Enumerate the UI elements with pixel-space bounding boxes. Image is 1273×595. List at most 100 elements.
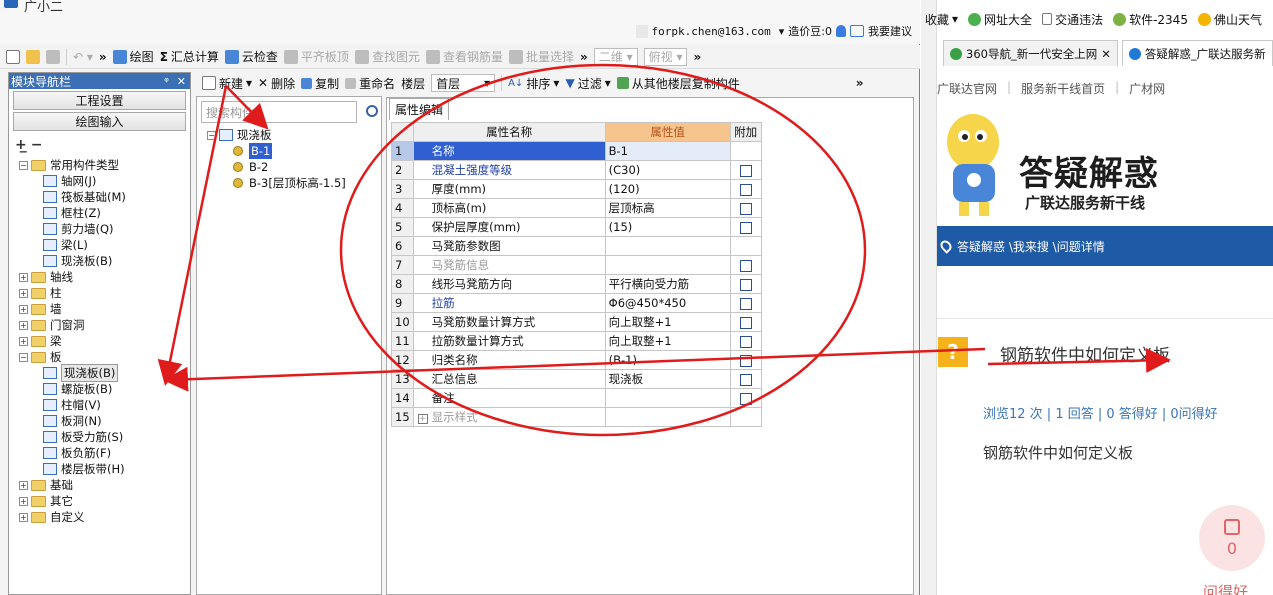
batch-select-button[interactable]: 批量选择 [508,48,574,65]
new-component-button[interactable]: 新建 ▾ [202,75,252,92]
expand-icon[interactable]: + [19,288,28,298]
property-row[interactable]: 9 拉筋 Φ6@450*450 [391,293,762,313]
expand-icon[interactable]: + [19,336,28,346]
search-icon[interactable] [366,105,378,117]
expand-icon[interactable]: + [417,414,428,424]
expand-icon[interactable]: + [19,304,28,314]
additional-checkbox[interactable] [739,297,752,310]
tree-folder[interactable]: + 其它 [19,493,190,509]
summary-calc-button[interactable]: Σ 汇总计算 [160,48,219,65]
user-email-dropdown[interactable]: forpk.chen@163.com [635,24,775,38]
draw-button[interactable]: 绘图 [112,48,154,65]
rename-button[interactable]: 重命名 [345,75,395,92]
property-row[interactable]: 12 归类名称 (B-1) [391,350,762,370]
additional-checkbox[interactable] [739,202,752,215]
property-row[interactable]: 2 混凝土强度等级 (C30) [391,160,762,180]
suggest-icon[interactable] [850,25,864,37]
property-value[interactable]: (120) [604,179,731,199]
view-angle-select[interactable]: 俯视 ▾ [643,47,688,66]
tree-item[interactable]: 螺旋板(B) [19,381,190,397]
tree-item[interactable]: 梁(L) [19,237,190,253]
bookmark-favorites[interactable]: 收藏 ▾ [925,11,958,28]
additional-checkbox[interactable] [739,316,752,329]
property-row[interactable]: 11 拉筋数量计算方式 向上取整+1 [391,331,762,351]
bookmark-traffic[interactable]: 交通违法 [1042,11,1103,28]
tree-folder[interactable]: + 轴线 [19,269,190,285]
tree-item[interactable]: 柱帽(V) [19,397,190,413]
property-value[interactable]: (B-1) [604,350,731,370]
open-folder-icon[interactable] [26,49,40,64]
expand-icon[interactable]: + [19,272,28,282]
additional-checkbox[interactable] [739,373,752,386]
tree-folder[interactable]: + 门窗洞 [19,317,190,333]
property-value[interactable] [604,407,731,427]
sort-button[interactable]: A↓ 排序 ▾ [508,75,559,92]
property-row[interactable]: 14 备注 [391,388,762,408]
bookmark-software[interactable]: 软件-2345 [1113,11,1188,28]
tab-360-nav[interactable]: 360导航_新一代安全上网 ✕ [943,40,1118,66]
bookmark-url-directory[interactable]: 网址大全 [968,11,1032,28]
property-row[interactable]: 1 名称 B-1 [391,141,762,161]
property-row[interactable]: 6 马凳筋参数图 [391,236,762,256]
property-value[interactable]: 现浇板 [604,369,731,389]
additional-checkbox[interactable] [739,278,752,291]
close-icon[interactable]: ✕ [1101,47,1111,61]
tree-folder[interactable]: − 常用构件类型 [19,157,190,173]
property-value[interactable]: 平行横向受力筋 [604,274,731,294]
search-input[interactable]: 搜索构件... [201,101,378,123]
tree-folder[interactable]: + 梁 [19,333,190,349]
tree-item[interactable]: 框柱(Z) [19,205,190,221]
component-root[interactable]: − 现浇板 [207,127,381,143]
component-item[interactable]: B-1 [207,143,381,159]
tab-qa-glodon[interactable]: 答疑解惑_广联达服务新 [1121,40,1273,66]
tree-item[interactable]: 板受力筋(S) [19,429,190,445]
collapse-icon[interactable]: − [19,160,28,170]
link-service-home[interactable]: 服务新干线首页 [1021,80,1105,97]
expand-icon[interactable]: + [19,496,28,506]
property-row[interactable]: 8 线形马凳筋方向 平行横向受力筋 [391,274,762,294]
tree-item[interactable]: 筏板基础(M) [19,189,190,205]
tree-folder[interactable]: + 自定义 [19,509,190,525]
find-element-button[interactable]: 查找图元 [354,48,420,65]
property-value[interactable]: (C30) [604,160,731,180]
link-glodon-official[interactable]: 广联达官网 [937,80,997,97]
property-row[interactable]: 15 + 显示样式 [391,407,762,427]
property-value[interactable] [604,255,731,275]
flush-slab-top-button[interactable]: 平齐板顶 [283,48,349,65]
property-value[interactable] [604,236,731,256]
additional-checkbox[interactable] [739,392,752,405]
property-value[interactable]: (15) [604,217,731,237]
overflow-chevron-icon[interactable]: » [580,50,588,64]
overflow-chevron-icon[interactable]: » [99,50,107,64]
collapse-icon[interactable]: − [19,352,28,362]
bookmark-weather[interactable]: 佛山天气 [1197,11,1262,28]
notification-bell-icon[interactable] [836,25,846,37]
tree-item[interactable]: 剪力墙(Q) [19,221,190,237]
chevron-down-icon[interactable]: ▾ [779,25,785,38]
save-icon[interactable] [46,49,60,64]
property-value[interactable]: 向上取整+1 [604,312,731,332]
cloud-check-button[interactable]: 云检查 [224,48,278,65]
tab-property-edit[interactable]: 属性编辑 [389,98,450,120]
tree-item[interactable]: 板洞(N) [19,413,190,429]
view-rebar-button[interactable]: 查看钢筋量 [425,48,503,65]
floor-select[interactable]: 首层 ▾ [431,74,496,92]
pin-icon[interactable]: ᵠ [164,75,169,88]
new-file-icon[interactable] [6,49,20,64]
copy-from-floor-button[interactable]: 从其他楼层复制构件 [616,75,740,92]
copy-button[interactable]: 复制 [301,75,339,92]
overflow-chevron-icon[interactable]: » [693,50,701,64]
draw-input-button[interactable]: 绘图输入 [13,112,186,131]
property-row[interactable]: 7 马凳筋信息 [391,255,762,275]
additional-checkbox[interactable] [739,183,752,196]
tree-folder[interactable]: + 柱 [19,285,190,301]
expand-all-icon[interactable]: +̲ [15,137,27,153]
tree-folder[interactable]: + 墙 [19,301,190,317]
link-material-net[interactable]: 广材网 [1129,80,1165,97]
property-row[interactable]: 4 顶标高(m) 层顶标高 [391,198,762,218]
property-value[interactable] [604,388,731,408]
collapse-all-icon[interactable]: − [31,137,43,153]
overflow-chevron-icon[interactable]: » [856,76,864,90]
additional-checkbox[interactable] [739,221,752,234]
expand-icon[interactable]: + [19,320,28,330]
